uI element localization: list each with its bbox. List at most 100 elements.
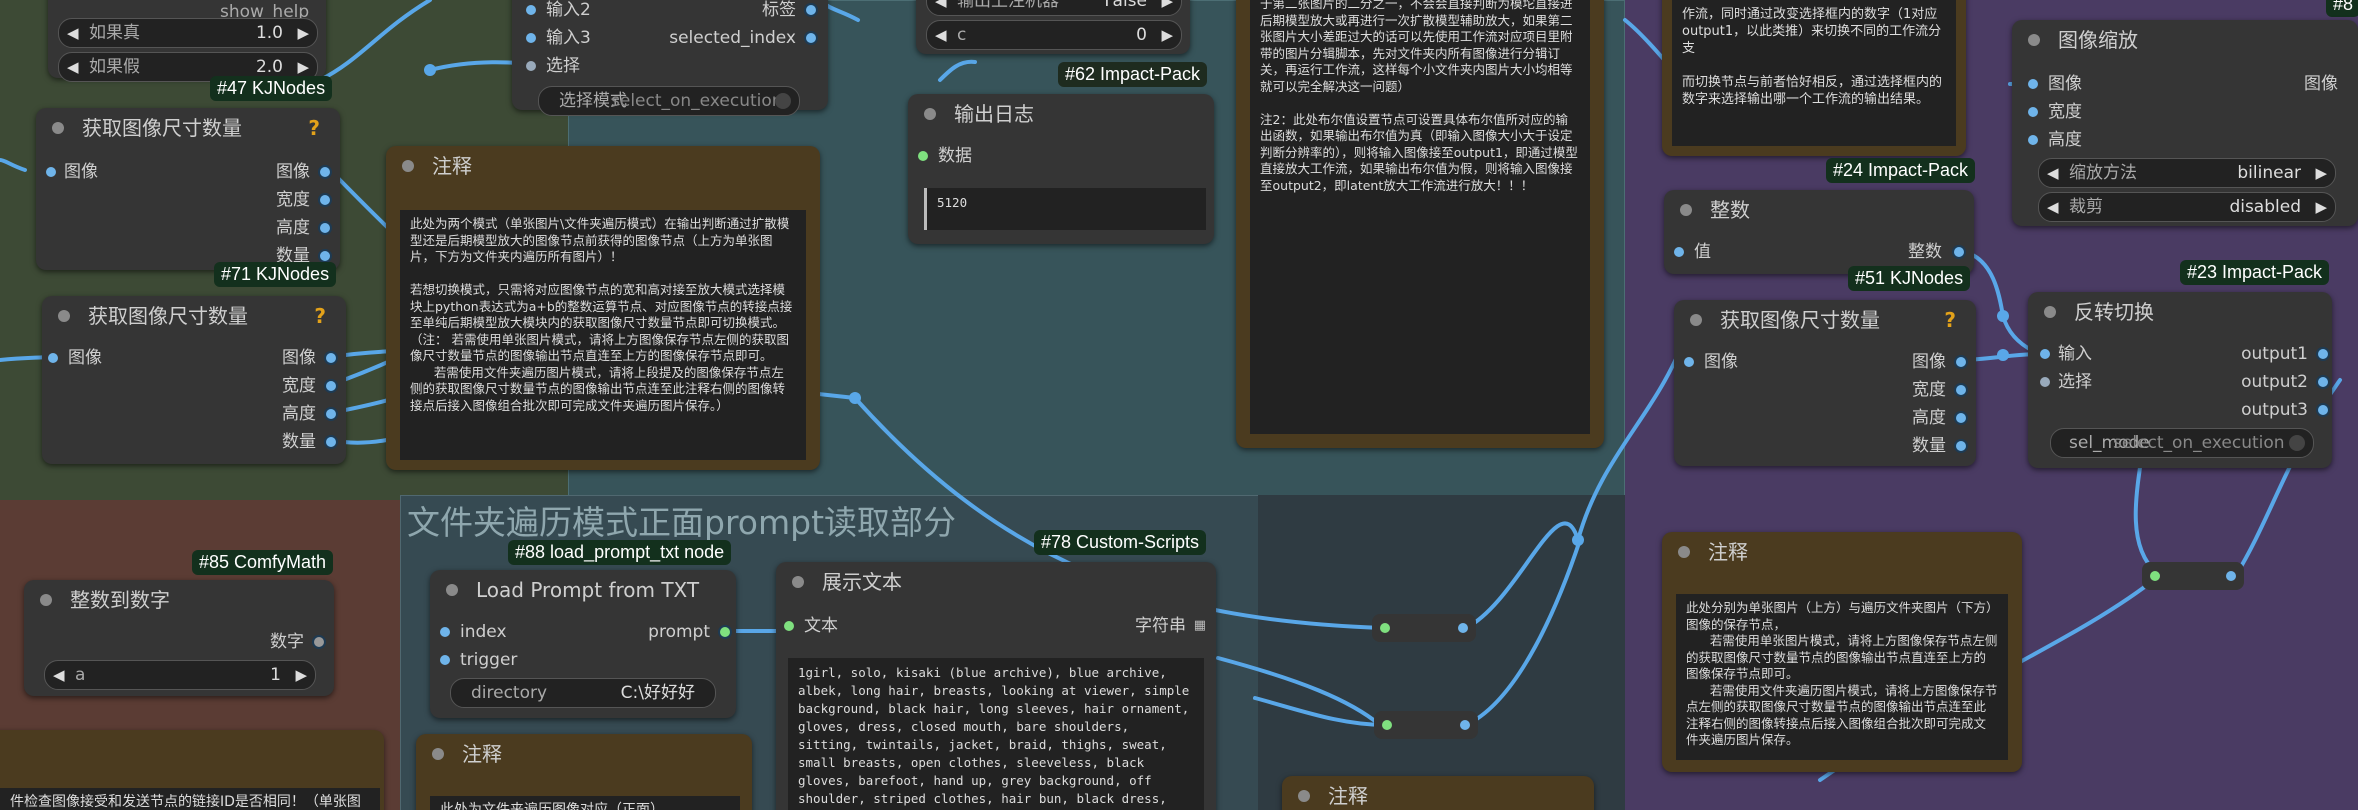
if-node[interactable]: show_help ◀ 如果真 1.0 ▶ ◀ 如果假 2.0 ▶ xyxy=(48,0,326,82)
output-pin[interactable] xyxy=(1956,357,1966,367)
input-pin[interactable] xyxy=(1380,623,1390,633)
left-arrow-icon[interactable]: ◀ xyxy=(935,21,947,49)
input-pin[interactable] xyxy=(2040,377,2050,387)
get-image-size-node[interactable]: 获取图像尺寸数量? 图像 图像 宽度 高度 数量 xyxy=(1674,300,1976,466)
output-log-node[interactable]: 输出日志 数据 5120 xyxy=(908,94,1214,244)
setting-node[interactable]: ◀ 输出上注机器 False ▶ ◀ c 0 ▶ xyxy=(916,0,1190,54)
prompt-text-display[interactable]: 1girl, solo, kisaki (blue archive), blue… xyxy=(788,658,1204,810)
right-arrow-icon[interactable]: ▶ xyxy=(297,19,309,47)
invert-switch-node[interactable]: 反转切换 输入 output1 选择 output2 output3 sel_mod… xyxy=(2028,292,2332,468)
input-pin[interactable] xyxy=(1674,247,1684,257)
input-pin[interactable] xyxy=(1684,357,1694,367)
load-prompt-node[interactable]: Load Prompt from TXT index prompt trigger… xyxy=(430,570,736,718)
output-pin[interactable] xyxy=(2318,349,2328,359)
output-pin[interactable] xyxy=(314,637,324,647)
output-pin[interactable] xyxy=(1954,247,1964,257)
help-icon[interactable]: ? xyxy=(1944,300,1956,340)
toggle-icon[interactable] xyxy=(775,93,791,109)
grid-icon[interactable]: ▦ xyxy=(1194,612,1206,640)
note-text[interactable]: 于第二张图片的二分之一，不会会直接判断为模坨直接进后期模型放大或再进行一次扩散模… xyxy=(1250,0,1590,434)
input-pin[interactable] xyxy=(2028,79,2038,89)
output-pin[interactable] xyxy=(2318,405,2328,415)
switch-node[interactable]: 输入2 标签 输入3 selected_index 选择 选择模式 select… xyxy=(512,0,828,116)
note-text[interactable]: 作流，同时通过改变选择框内的数字（1对应output1，以此类推）来切换不同的工… xyxy=(1672,0,1956,146)
input-pin[interactable] xyxy=(440,655,450,665)
integer-node[interactable]: 整数 值 整数 xyxy=(1664,190,1974,274)
output-pin[interactable] xyxy=(320,167,330,177)
output-pin[interactable] xyxy=(806,5,816,15)
note-node[interactable]: 注释 此处为两个模式（单张图片\文件夹遍历模式）在输出判断通过扩散模型还是后期模… xyxy=(386,146,820,470)
collapse-dot-icon[interactable] xyxy=(1680,204,1692,216)
input-pin[interactable] xyxy=(46,167,56,177)
left-arrow-icon[interactable]: ◀ xyxy=(935,0,947,15)
left-arrow-icon[interactable]: ◀ xyxy=(67,53,79,81)
directory-widget[interactable]: directory C:\好好好 xyxy=(450,678,716,708)
left-arrow-icon[interactable]: ◀ xyxy=(67,19,79,47)
output-pin[interactable] xyxy=(326,409,336,419)
output-pin[interactable] xyxy=(326,381,336,391)
collapse-dot-icon[interactable] xyxy=(40,594,52,606)
right-arrow-icon[interactable]: ▶ xyxy=(295,661,307,689)
log-output[interactable]: 5120 xyxy=(924,188,1206,230)
output-pin[interactable] xyxy=(806,33,816,43)
right-arrow-icon[interactable]: ▶ xyxy=(2315,193,2327,221)
input-pin[interactable] xyxy=(918,151,928,161)
input-pin[interactable] xyxy=(1382,720,1392,730)
image-scale-node[interactable]: 图像缩放 图像 图像 宽度 高度 ◀ 缩放方法 bilinear ▶ ◀ 裁剪 d… xyxy=(2012,20,2358,226)
input-pin[interactable] xyxy=(526,5,536,15)
note-node[interactable]: 注释 此处为文件夹遍历图像对应（正面） xyxy=(416,734,752,810)
int-to-number-node[interactable]: 整数到数字 数字 ◀ a 1 ▶ xyxy=(24,580,334,696)
collapse-dot-icon[interactable] xyxy=(2044,306,2056,318)
get-image-size-node[interactable]: 获取图像尺寸数量? 图像 图像 宽度 高度 数量 xyxy=(36,108,340,270)
toggle-icon[interactable] xyxy=(2289,435,2305,451)
node-canvas[interactable]: 文件夹遍历模式正面prompt读取部分 show_help ◀ 如果真 1.0 … xyxy=(0,0,2358,810)
output-pin[interactable] xyxy=(1956,413,1966,423)
output-pin[interactable] xyxy=(320,223,330,233)
get-image-size-node[interactable]: 获取图像尺寸数量? 图像 图像 宽度 高度 数量 xyxy=(42,296,346,464)
input-pin[interactable] xyxy=(48,353,58,363)
collapse-dot-icon[interactable] xyxy=(52,122,64,134)
collapse-dot-icon[interactable] xyxy=(1298,790,1310,802)
select-mode-widget[interactable]: 选择模式 select_on_execution xyxy=(538,86,800,116)
collapse-dot-icon[interactable] xyxy=(446,584,458,596)
note-node[interactable]: 于第二张图片的二分之一，不会会直接判断为模坨直接进后期模型放大或再进行一次扩散模… xyxy=(1236,0,1604,448)
reroute-node[interactable] xyxy=(1372,614,1476,642)
note-node[interactable]: 注释 此处分别为单张图片（上方）与遍历文件夹图片（下方）图像的保存节点， 若需使… xyxy=(1662,532,2022,772)
output-pin[interactable] xyxy=(1458,623,1468,633)
output-pin[interactable] xyxy=(1956,441,1966,451)
input-pin[interactable] xyxy=(784,621,794,631)
note-node[interactable]: 作流，同时通过改变选择框内的数字（1对应output1，以此类推）来切换不同的工… xyxy=(1662,0,1966,156)
note-node[interactable]: 注释 xyxy=(1282,776,1594,810)
right-arrow-icon[interactable]: ▶ xyxy=(1161,21,1173,49)
collapse-dot-icon[interactable] xyxy=(432,748,444,760)
note-node[interactable]: 件检查图像接受和发送节点的链接ID是否相同！（单张图 xyxy=(0,730,384,810)
collapse-dot-icon[interactable] xyxy=(2028,34,2040,46)
collapse-dot-icon[interactable] xyxy=(402,160,414,172)
show-text-node[interactable]: 展示文本 文本 字符串 ▦ 1girl, solo, kisaki (blue … xyxy=(776,562,1216,810)
input-pin[interactable] xyxy=(526,33,536,43)
input-pin[interactable] xyxy=(440,627,450,637)
right-arrow-icon[interactable]: ▶ xyxy=(2315,159,2327,187)
reroute-node[interactable] xyxy=(1374,711,1478,739)
note-text[interactable]: 件检查图像接受和发送节点的链接ID是否相同！（单张图 xyxy=(0,788,380,810)
crop-widget[interactable]: ◀ 裁剪 disabled ▶ xyxy=(2038,192,2336,222)
input-pin[interactable] xyxy=(2150,571,2160,581)
collapse-dot-icon[interactable] xyxy=(58,310,70,322)
collapse-dot-icon[interactable] xyxy=(792,576,804,588)
output-pin[interactable] xyxy=(320,251,330,261)
left-arrow-icon[interactable]: ◀ xyxy=(2047,193,2059,221)
input-pin[interactable] xyxy=(2028,107,2038,117)
left-arrow-icon[interactable]: ◀ xyxy=(53,661,65,689)
output-pin[interactable] xyxy=(326,437,336,447)
input-pin[interactable] xyxy=(526,61,536,71)
input-pin[interactable] xyxy=(2040,349,2050,359)
output-pin[interactable] xyxy=(1956,385,1966,395)
collapse-dot-icon[interactable] xyxy=(1678,546,1690,558)
if-true-widget[interactable]: ◀ 如果真 1.0 ▶ xyxy=(58,18,318,48)
note-text[interactable]: 此处为文件夹遍历图像对应（正面） xyxy=(430,796,740,810)
select-mode-widget[interactable]: sel_mode select_on_execution xyxy=(2050,428,2314,458)
note-text[interactable]: 此处为两个模式（单张图片\文件夹遍历模式）在输出判断通过扩散模型还是后期模型放大… xyxy=(400,210,806,460)
input-pin[interactable] xyxy=(2028,135,2038,145)
right-arrow-icon[interactable]: ▶ xyxy=(1161,0,1173,15)
c-widget[interactable]: ◀ c 0 ▶ xyxy=(926,20,1182,50)
